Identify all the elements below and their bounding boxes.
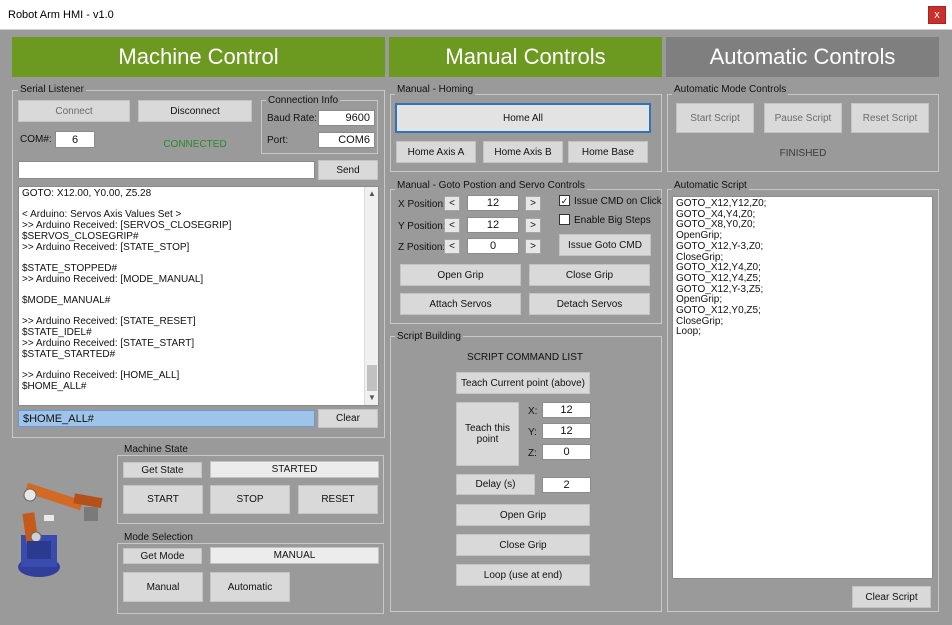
auto-script-textarea[interactable]: GOTO_X12,Y12,Z0; GOTO_X4,Y4,Z0; GOTO_X8,…	[672, 196, 933, 579]
pause-script-button[interactable]: Pause Script	[764, 103, 842, 133]
z-decrement-button[interactable]: <	[444, 239, 460, 254]
disconnect-button[interactable]: Disconnect	[138, 100, 252, 122]
home-all-button[interactable]: Home All	[395, 103, 651, 133]
teach-y-input[interactable]: 12	[542, 423, 591, 439]
z-position-label: Z Position:	[398, 242, 446, 253]
manual-mode-button[interactable]: Manual	[123, 572, 203, 602]
z-increment-button[interactable]: >	[525, 239, 541, 254]
send-button[interactable]: Send	[318, 160, 378, 180]
serial-log[interactable]: GOTO: X12.00, Y0.00, Z5.28 < Arduino: Se…	[18, 186, 379, 406]
mode-selection-title: Mode Selection	[122, 532, 195, 543]
teach-x-label: X:	[528, 406, 538, 417]
x-position-input[interactable]: 12	[467, 195, 519, 211]
connection-status: CONNECTED	[163, 139, 227, 150]
start-script-button[interactable]: Start Script	[676, 103, 754, 133]
teach-y-label: Y:	[528, 427, 537, 438]
baud-rate-value: 9600	[318, 110, 375, 126]
automatic-mode-button[interactable]: Automatic	[210, 572, 290, 602]
serial-listener-title: Serial Listener	[18, 84, 86, 95]
y-position-label: Y Position:	[398, 221, 446, 232]
home-base-button[interactable]: Home Base	[568, 141, 648, 163]
port-label: Port:	[267, 135, 289, 146]
close-grip-button[interactable]: Close Grip	[529, 264, 650, 286]
stop-button[interactable]: STOP	[210, 485, 290, 514]
script-building-title: Script Building	[395, 331, 463, 342]
delay-input[interactable]: 2	[542, 477, 591, 493]
script-open-grip-button[interactable]: Open Grip	[456, 504, 590, 526]
teach-x-input[interactable]: 12	[542, 402, 591, 418]
connection-info-title: Connection Info	[266, 95, 341, 106]
port-value: COM6	[318, 132, 375, 148]
x-position-label: X Position:	[398, 199, 446, 210]
loop-button[interactable]: Loop (use at end)	[456, 564, 590, 586]
homing-title: Manual - Homing	[395, 84, 476, 95]
script-status: FINISHED	[779, 148, 827, 159]
reset-button[interactable]: RESET	[298, 485, 378, 514]
y-position-input[interactable]: 12	[467, 217, 519, 233]
script-close-grip-button[interactable]: Close Grip	[456, 534, 590, 556]
home-axis-a-button[interactable]: Home Axis A	[396, 141, 476, 163]
big-steps-label: Enable Big Steps	[574, 215, 651, 226]
issue-on-click-checkbox[interactable]: ✓	[559, 195, 570, 206]
manual-controls-header: Manual Controls	[389, 37, 662, 77]
connect-button[interactable]: Connect	[18, 100, 130, 122]
robot-arm-illustration	[14, 475, 114, 580]
start-button[interactable]: START	[123, 485, 203, 514]
clear-script-button[interactable]: Clear Script	[852, 586, 931, 608]
mode-display: MANUAL	[210, 547, 379, 564]
baud-rate-label: Baud Rate:	[267, 113, 318, 124]
get-mode-button[interactable]: Get Mode	[123, 548, 202, 564]
script-command-list-title: SCRIPT COMMAND LIST	[467, 352, 583, 363]
y-decrement-button[interactable]: <	[444, 218, 460, 233]
close-button[interactable]: x	[928, 6, 946, 24]
machine-control-header: Machine Control	[12, 37, 385, 77]
com-input[interactable]: 6	[55, 131, 95, 148]
delay-button[interactable]: Delay (s)	[456, 474, 535, 495]
state-display: STARTED	[210, 461, 379, 478]
teach-this-point-button[interactable]: Teach this point	[456, 402, 519, 466]
big-steps-checkbox[interactable]	[559, 214, 570, 225]
x-increment-button[interactable]: >	[525, 196, 541, 211]
scroll-up-icon[interactable]: ▲	[368, 189, 376, 198]
z-position-input[interactable]: 0	[467, 238, 519, 254]
teach-current-point-button[interactable]: Teach Current point (above)	[456, 372, 590, 394]
clear-log-button[interactable]: Clear	[318, 409, 378, 428]
send-input[interactable]	[18, 161, 315, 179]
scroll-thumb[interactable]	[367, 365, 377, 391]
reset-script-button[interactable]: Reset Script	[851, 103, 929, 133]
attach-servos-button[interactable]: Attach Servos	[400, 293, 521, 315]
y-increment-button[interactable]: >	[525, 218, 541, 233]
last-received-line[interactable]: $HOME_ALL#	[18, 410, 315, 427]
teach-z-input[interactable]: 0	[542, 444, 591, 460]
window-title: Robot Arm HMI - v1.0	[8, 9, 114, 21]
auto-controls-title: Automatic Mode Controls	[672, 84, 789, 95]
x-decrement-button[interactable]: <	[444, 196, 460, 211]
issue-goto-button[interactable]: Issue Goto CMD	[559, 234, 651, 256]
issue-on-click-label: Issue CMD on Click	[574, 196, 662, 207]
goto-title: Manual - Goto Postion and Servo Controls	[395, 180, 587, 191]
teach-z-label: Z:	[528, 448, 537, 459]
title-bar: Robot Arm HMI - v1.0	[0, 0, 952, 30]
home-axis-b-button[interactable]: Home Axis B	[483, 141, 563, 163]
open-grip-button[interactable]: Open Grip	[400, 264, 521, 286]
get-state-button[interactable]: Get State	[123, 462, 202, 478]
machine-state-title: Machine State	[122, 444, 190, 455]
detach-servos-button[interactable]: Detach Servos	[529, 293, 650, 315]
auto-script-title: Automatic Script	[672, 180, 749, 191]
automatic-controls-header: Automatic Controls	[666, 37, 939, 77]
com-label: COM#:	[20, 134, 52, 145]
serial-log-scrollbar[interactable]: ▲ ▼	[364, 187, 378, 405]
scroll-down-icon[interactable]: ▼	[368, 393, 376, 402]
